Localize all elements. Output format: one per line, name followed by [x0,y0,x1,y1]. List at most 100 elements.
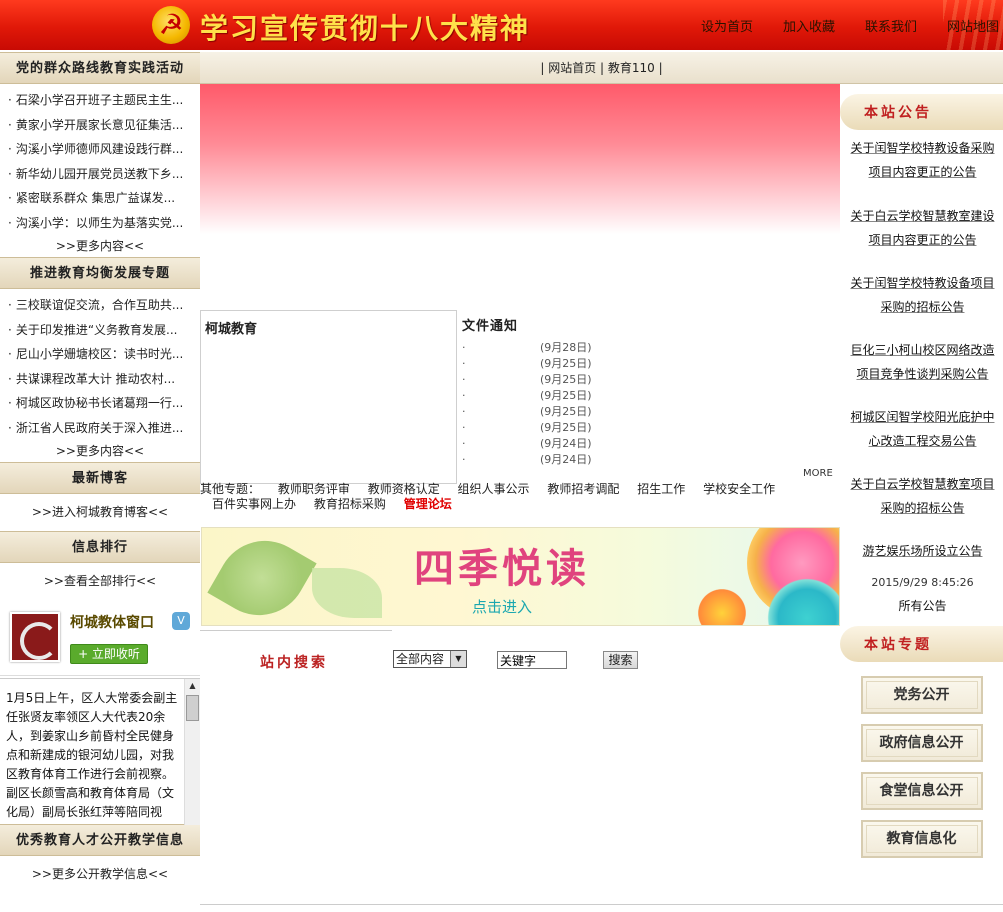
divider [200,630,392,631]
search-scope-select[interactable]: 全部内容 ▼ [393,650,467,668]
section-title-rank: 信息排行 [0,531,200,563]
four-seasons-reading-banner[interactable]: 四季悦读 点击进入 [201,527,840,626]
list-item[interactable]: · (9月25日) [462,356,682,372]
list-item[interactable]: · (9月25日) [462,420,682,436]
chevron-down-icon[interactable]: ▼ [450,651,466,667]
weibo-post-text: 1月5日上午，区人大常委会副主任张贤友率领区人大代表20余人，到姜家山乡前昏村全… [6,691,178,819]
view-rank-link[interactable]: >>查看全部排行<< [0,563,200,600]
follow-button[interactable]: + 立即收听 [70,644,148,664]
news-item[interactable]: 共谋课程改革大计 推动农村... [8,367,200,392]
topic-link[interactable]: 组织人事公示 [458,482,530,496]
topic-link[interactable]: 招生工作 [637,482,685,496]
nav-links[interactable]: | 网站首页 | 教育110 | [540,61,662,75]
enter-blog-link[interactable]: >>进入柯城教育博客<< [0,494,200,531]
reading-banner-enter[interactable]: 点击进入 [402,596,602,617]
gov-info-button[interactable]: 政府信息公开 [860,724,983,762]
item-date: (9月25日) [540,421,592,434]
verified-icon: V [172,612,190,630]
notice-item[interactable]: 柯城区闰智学校阳光庇护中心改造工程交易公告 [846,405,999,453]
more-button[interactable]: MORE [803,468,833,479]
edu-informatization-button[interactable]: 教育信息化 [860,820,983,858]
news-item[interactable]: 关于印发推进“义务教育发展... [8,318,200,343]
topic-link[interactable]: 百件实事网上办 [212,497,296,511]
notice-item[interactable]: 关于闰智学校特教设备项目采购的招标公告 [846,271,999,319]
search-input[interactable] [497,651,567,669]
weibo-account-name[interactable]: 柯城教体窗口 [70,612,154,632]
topics-row-1: 其他专题： 教师职务评审 教师资格认定 组织人事公示 教师招考调配 招生工作 学… [200,482,820,497]
item-date: (9月25日) [540,357,592,370]
footer-divider [200,904,1003,905]
site-search-title: 站内搜索 [260,655,328,671]
leaf-decoration [312,568,382,618]
site-header: ☭ 学习宣传贯彻十八大精神 设为首页 加入收藏 联系我们 网站地图 [0,0,1003,50]
news-item[interactable]: 浙江省人民政府关于深入推进... [8,416,200,441]
news-item[interactable]: 黄家小学开展家长意见征集活... [8,113,200,138]
canteen-info-button[interactable]: 食堂信息公开 [860,772,983,810]
special-topics-header: 本站专题 [840,626,1003,662]
notice-header-title: 本站公告 [864,105,932,121]
other-topics: 其他专题： 教师职务评审 教师资格认定 组织人事公示 教师招考调配 招生工作 学… [200,482,820,512]
item-date: (9月25日) [540,373,592,386]
kecheng-edu-title: 柯城教育 [205,322,258,337]
search-button[interactable]: 搜索 [603,651,638,669]
list-item[interactable]: · (9月24日) [462,452,682,468]
news-item[interactable]: 紧密联系群众 集思广益谋发... [8,186,200,211]
special-topics-list: 党务公开 政府信息公开 食堂信息公开 教育信息化 [840,662,1003,858]
more-teaching-link[interactable]: >>更多公开教学信息<< [0,856,200,893]
banner-gradient [200,84,840,234]
party-affairs-button[interactable]: 党务公开 [860,676,983,714]
topic-link[interactable]: 教育招标采购 [314,497,386,511]
notice-item[interactable]: 巨化三小柯山校区网络改造项目竞争性谈判采购公告 [846,338,999,386]
contact-us-link[interactable]: 联系我们 [865,16,917,35]
topic-link[interactable]: 教师招考调配 [547,482,619,496]
list-item[interactable]: · (9月28日) [462,340,682,356]
section-title-mass-line: 党的群众路线教育实践活动 [0,52,200,84]
news-item[interactable]: 尼山小学姗塘校区：读书时光... [8,342,200,367]
topic-link[interactable]: 教师职务评审 [278,482,350,496]
weibo-avatar[interactable] [10,612,60,662]
more-link-mass-line[interactable]: >>更多内容<< [0,235,200,257]
notice-item[interactable]: 游艺娱乐场所设立公告 [846,539,999,563]
news-item[interactable]: 柯城区政协秘书长诸葛翔一行... [8,391,200,416]
news-item[interactable]: 新华幼儿园开展党员送教下乡... [8,162,200,187]
topics-row-2: 百件实事网上办 教育招标采购 管理论坛 [200,497,820,512]
all-notices-link[interactable]: 所有公告 [846,597,999,614]
item-date: (9月25日) [540,389,592,402]
list-item[interactable]: · (9月25日) [462,404,682,420]
notice-docs-title: 文件通知 [462,319,519,334]
set-homepage-link[interactable]: 设为首页 [701,16,753,35]
weibo-widget: 柯城教体窗口 V + 立即收听 [0,600,200,676]
topic-link[interactable]: 学校安全工作 [703,482,775,496]
topic-link[interactable]: 教师资格认定 [368,482,440,496]
news-item[interactable]: 石梁小学召开班子主题民主生... [8,88,200,113]
scroll-up-icon[interactable]: ▲ [185,679,200,693]
item-date: (9月24日) [540,437,592,450]
add-favorite-link[interactable]: 加入收藏 [783,16,835,35]
notice-item[interactable]: 关于白云学校智慧教室项目采购的招标公告 [846,472,999,520]
notice-item[interactable]: 关于白云学校智慧教室建设项目内容更正的公告 [846,204,999,252]
management-forum-link[interactable]: 管理论坛 [404,497,452,511]
notice-docs: 文件通知 · (9月28日) · (9月25日) · (9月25日) · (9月25日)… [462,315,682,468]
more-link-balance[interactable]: >>更多内容<< [0,440,200,462]
special-topics-title: 本站专题 [864,637,932,653]
scroll-thumb[interactable] [186,695,199,721]
search-scope-value: 全部内容 [396,652,445,666]
news-item[interactable]: 沟溪小学：以师生为基落实党... [8,211,200,236]
list-item[interactable]: · (9月24日) [462,436,682,452]
list-item[interactable]: · (9月25日) [462,388,682,404]
news-item[interactable]: 沟溪小学师德师风建设践行群... [8,137,200,162]
kecheng-edu-box: 柯城教育 [200,310,457,484]
sitemap-link[interactable]: 网站地图 [947,16,999,35]
news-item[interactable]: 三校联谊促交流，合作互助共... [8,293,200,318]
notice-docs-list: · (9月28日) · (9月25日) · (9月25日) · (9月25日) · (9月… [462,340,682,468]
list-item[interactable]: · (9月25日) [462,372,682,388]
feed-scrollbar[interactable]: ▲ [184,679,200,825]
item-date: (9月24日) [540,453,592,466]
notice-item[interactable]: 关于闰智学校特教设备采购项目内容更正的公告 [846,136,999,184]
news-list-mass-line: 石梁小学召开班子主题民主生... 黄家小学开展家长意见征集活... 沟溪小学师德… [0,84,200,235]
item-date: (9月28日) [540,341,592,354]
weibo-feed: 1月5日上午，区人大常委会副主任张贤友率领区人大代表20余人，到姜家山乡前昏村全… [0,678,200,825]
right-sidebar: 本站公告 关于闰智学校特教设备采购项目内容更正的公告 关于白云学校智慧教室建设项… [840,84,1003,912]
section-title-teaching: 优秀教育人才公开教学信息 [0,824,200,856]
notice-header: 本站公告 [840,94,1003,130]
